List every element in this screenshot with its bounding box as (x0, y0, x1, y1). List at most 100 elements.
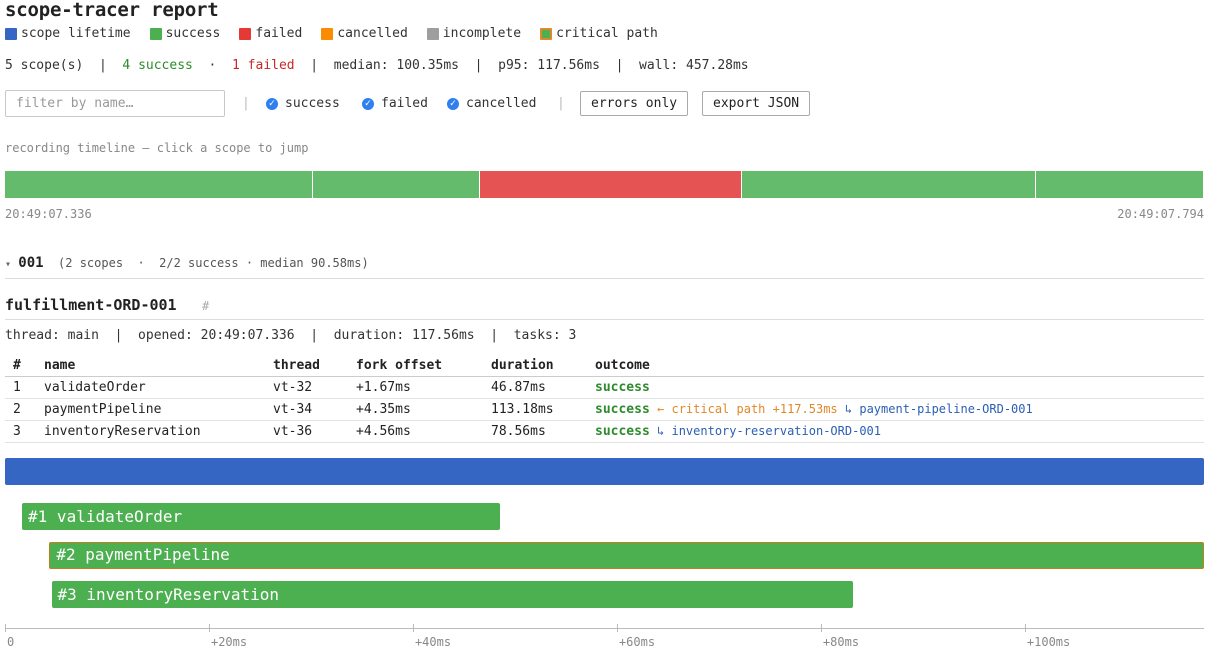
task-outcome-cell: success (587, 376, 1204, 399)
task-fork-offset: +1.67ms (348, 376, 483, 399)
timeline-segment-success[interactable] (1036, 171, 1204, 198)
median-stat: median: 100.35ms (333, 58, 460, 73)
permalink-icon[interactable]: # (202, 299, 209, 313)
wall-stat: wall: 457.28ms (639, 58, 749, 73)
task-name: validateOrder (36, 376, 265, 399)
legend-swatch (149, 27, 162, 40)
scope-title: fulfillment-ORD-001 (5, 296, 177, 314)
legend-item-scope-lifetime: scope lifetime (5, 26, 131, 41)
checkbox-label: cancelled (466, 96, 537, 111)
legend-swatch (239, 27, 252, 40)
separator: | (310, 58, 319, 73)
legend-swatch (426, 27, 439, 40)
export-json-button[interactable]: export JSON (702, 91, 811, 116)
divider (5, 278, 1204, 279)
table-row: 1 validateOrder vt-32 +1.67ms 46.87ms su… (5, 376, 1204, 399)
legend-label: incomplete (442, 26, 522, 41)
divider (5, 319, 1204, 320)
column-header: fork offset (348, 355, 483, 377)
outcome-badge: success (595, 401, 650, 417)
legend-swatch (540, 27, 553, 40)
summary-line: 5 scope(s) | 4 success · 1 failed | medi… (5, 58, 749, 73)
scope-meta: thread: main | opened: 20:49:07.336 | du… (5, 328, 577, 343)
collapse-toggle-icon[interactable]: ▾ (5, 259, 11, 270)
success-checkbox[interactable]: ✓ success (266, 96, 340, 111)
axis-tick-label: +80ms (822, 635, 860, 649)
cancelled-checkbox[interactable]: ✓ cancelled (447, 96, 536, 111)
axis-tick-label: 0 (7, 635, 15, 649)
critical-path-note: ← critical path +117.53ms (657, 401, 838, 416)
check-icon: ✓ (447, 97, 459, 110)
filter-input[interactable] (5, 90, 225, 117)
task-fork-offset: +4.35ms (348, 398, 483, 421)
separator: | (474, 58, 483, 73)
task-outcome-cell: success ↳ inventory-reservation-ORD-001 (587, 420, 1204, 443)
axis-tick-label: +60ms (618, 635, 656, 649)
scope-count: 5 scope(s) (5, 58, 84, 73)
legend-label: failed (255, 26, 303, 41)
separator: | (615, 58, 624, 73)
task-thread: vt-36 (265, 420, 348, 443)
task-duration: 113.18ms (483, 398, 587, 421)
axis-tick-label: +40ms (414, 635, 452, 649)
task-outcome-cell: success ← critical path +117.53ms ↳ paym… (587, 398, 1204, 421)
recording-caption: recording timeline — click a scope to ju… (5, 141, 309, 155)
outcome-badge: success (595, 379, 650, 395)
task-fork-offset: +4.56ms (348, 420, 483, 443)
legend-item-cancelled: cancelled (321, 26, 408, 41)
axis-tick (1024, 624, 1026, 632)
axis-tick (820, 624, 822, 632)
axis-tick-label: +100ms (1026, 635, 1071, 649)
page-title: scope-tracer report (5, 0, 219, 21)
axis-tick-label: +20ms (210, 635, 248, 649)
child-scope-link[interactable]: ↳ payment-pipeline-ORD-001 (845, 402, 1033, 416)
axis-tick (616, 624, 618, 632)
task-duration: 78.56ms (483, 420, 587, 443)
task-thread: vt-34 (265, 398, 348, 421)
group-header[interactable]: ▾ 001 (2 scopes · 2/2 success · median 9… (5, 255, 369, 271)
task-thread: vt-32 (265, 376, 348, 399)
failed-checkbox[interactable]: ✓ failed (362, 96, 428, 111)
child-scope-link[interactable]: ↳ inventory-reservation-ORD-001 (657, 424, 881, 438)
axis-tick (412, 624, 414, 632)
task-bar[interactable]: #2 paymentPipeline (49, 542, 1204, 569)
separator: | (557, 96, 565, 111)
timeline-end-time: 20:49:07.794 (1117, 207, 1204, 221)
legend-label: critical path (556, 26, 658, 41)
table-row: 2 paymentPipeline vt-34 +4.35ms 113.18ms… (5, 398, 1204, 421)
timeline-segment-success[interactable] (5, 171, 314, 198)
column-header: name (36, 355, 265, 377)
failed-count: 1 failed (232, 58, 295, 73)
legend-item-incomplete: incomplete (426, 26, 522, 41)
outcome-badge: success (595, 423, 650, 439)
separator: | (98, 58, 107, 73)
axis-tick (5, 624, 6, 632)
success-count: 4 success (122, 58, 193, 73)
timeline-segment-success[interactable] (313, 171, 480, 198)
legend-label: scope lifetime (21, 26, 131, 41)
separator: | (242, 96, 250, 111)
legend-label: cancelled (337, 26, 408, 41)
timeline-segment-success[interactable] (742, 171, 1037, 198)
task-bar[interactable]: #1 validateOrder (22, 503, 501, 530)
task-bar[interactable]: #3 inventoryReservation (51, 581, 853, 608)
separator: · (208, 58, 217, 73)
group-details: (2 scopes · 2/2 success · median 90.58ms… (58, 256, 369, 270)
axis-tick (208, 624, 210, 632)
column-header: duration (483, 355, 587, 377)
check-icon: ✓ (266, 97, 278, 110)
table-row: 3 inventoryReservation vt-36 +4.56ms 78.… (5, 420, 1204, 443)
column-header: # (5, 355, 36, 377)
legend-swatch (321, 27, 334, 40)
timeline-start-time: 20:49:07.336 (5, 207, 92, 221)
legend: scope lifetime success failed cancelled … (5, 26, 677, 41)
column-header: outcome (587, 355, 1204, 377)
legend-label: success (165, 26, 221, 41)
checkbox-label: success (285, 96, 340, 111)
legend-item-success: success (149, 26, 221, 41)
errors-only-button[interactable]: errors only (580, 91, 689, 116)
task-name: paymentPipeline (36, 398, 265, 421)
legend-swatch (5, 27, 17, 40)
p95-stat: p95: 117.56ms (498, 58, 600, 73)
timeline-segment-failed[interactable] (479, 171, 743, 198)
